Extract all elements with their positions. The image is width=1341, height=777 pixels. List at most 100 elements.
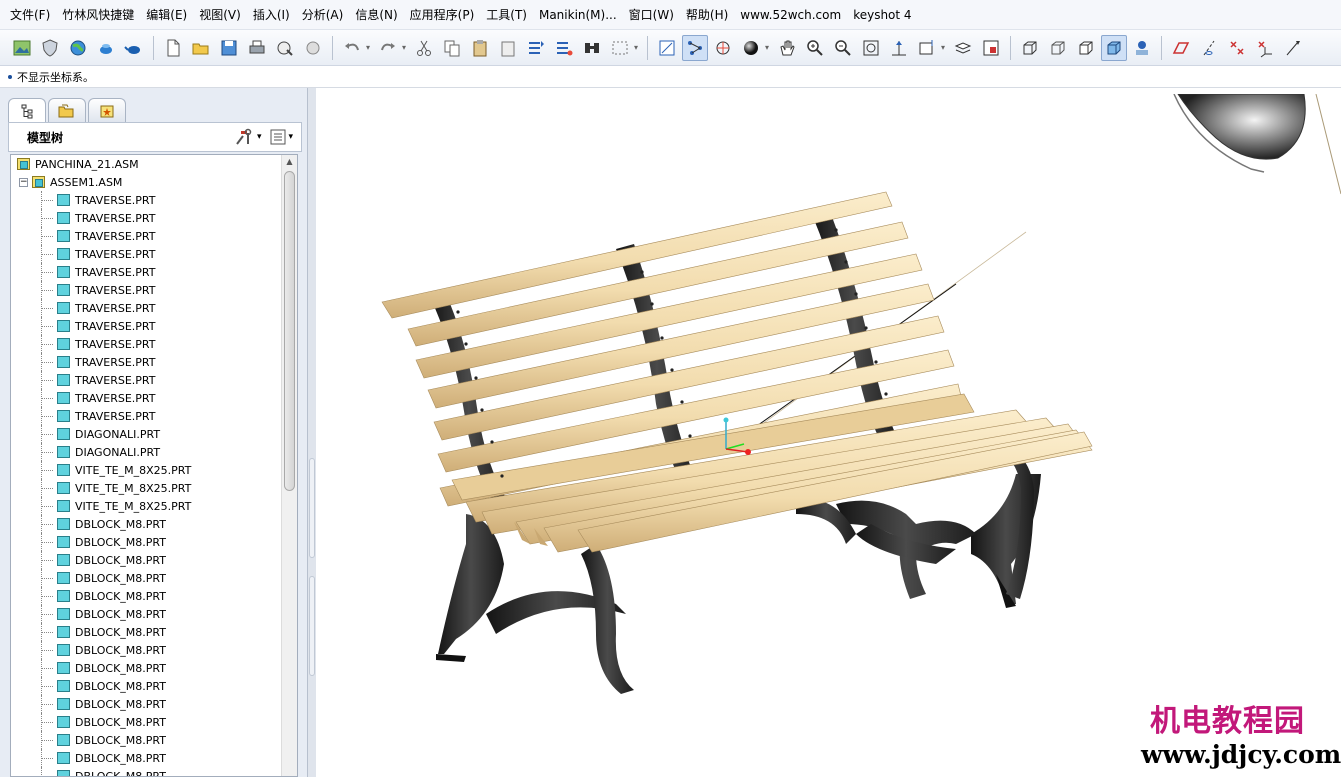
- menu-item-0[interactable]: 文件(F): [4, 4, 56, 26]
- tree-item[interactable]: DIAGONALI.PRT: [11, 425, 281, 443]
- saved-views-icon[interactable]: [914, 35, 940, 61]
- layers-icon[interactable]: [950, 35, 976, 61]
- tree-subassembly[interactable]: − ASSEM1.ASM: [11, 173, 281, 191]
- coordinate-system-icon[interactable]: [1252, 35, 1278, 61]
- tree-item[interactable]: DBLOCK_M8.PRT: [11, 677, 281, 695]
- tab-folder-browser[interactable]: [48, 98, 86, 122]
- new-file-icon[interactable]: [160, 35, 186, 61]
- tree-scrollbar[interactable]: ▲: [281, 155, 297, 776]
- shading-dropdown-icon[interactable]: ▾: [765, 43, 773, 52]
- menu-item-8[interactable]: 工具(T): [480, 4, 533, 26]
- tree-item[interactable]: DBLOCK_M8.PRT: [11, 605, 281, 623]
- tree-item[interactable]: DBLOCK_M8.PRT: [11, 587, 281, 605]
- datum-planes-icon[interactable]: [1168, 35, 1194, 61]
- splitter-grip[interactable]: [309, 576, 315, 676]
- undo-dropdown-icon[interactable]: ▾: [366, 43, 374, 52]
- tree-item[interactable]: DIAGONALI.PRT: [11, 443, 281, 461]
- tree-item[interactable]: TRAVERSE.PRT: [11, 191, 281, 209]
- tree-item[interactable]: VITE_TE_M_8X25.PRT: [11, 497, 281, 515]
- menu-item-7[interactable]: 应用程序(P): [404, 4, 481, 26]
- tree-item[interactable]: VITE_TE_M_8X25.PRT: [11, 461, 281, 479]
- tree-item[interactable]: DBLOCK_M8.PRT: [11, 569, 281, 587]
- zoom-in-icon[interactable]: [802, 35, 828, 61]
- redo-icon[interactable]: [375, 35, 401, 61]
- tree-item[interactable]: DBLOCK_M8.PRT: [11, 695, 281, 713]
- regenerate-manager-icon[interactable]: [551, 35, 577, 61]
- tree-item[interactable]: DBLOCK_M8.PRT: [11, 749, 281, 767]
- select-box-icon[interactable]: [607, 35, 633, 61]
- tree-item[interactable]: TRAVERSE.PRT: [11, 335, 281, 353]
- views-dropdown-icon[interactable]: ▾: [941, 43, 949, 52]
- appearance-icon[interactable]: [1129, 35, 1155, 61]
- menu-item-13[interactable]: keyshot 4: [847, 4, 917, 26]
- view-manager-icon[interactable]: [978, 35, 1004, 61]
- paste-icon[interactable]: [467, 35, 493, 61]
- tree-item[interactable]: TRAVERSE.PRT: [11, 281, 281, 299]
- tree-item[interactable]: TRAVERSE.PRT: [11, 263, 281, 281]
- picture-icon[interactable]: [9, 35, 35, 61]
- tree-item[interactable]: TRAVERSE.PRT: [11, 227, 281, 245]
- menu-item-4[interactable]: 插入(I): [247, 4, 296, 26]
- copy-icon[interactable]: [439, 35, 465, 61]
- regenerate-icon[interactable]: [523, 35, 549, 61]
- tree-item[interactable]: TRAVERSE.PRT: [11, 371, 281, 389]
- tree-show-button[interactable]: ▾: [269, 128, 293, 146]
- tree-settings-button[interactable]: ▾: [234, 128, 261, 146]
- menu-item-6[interactable]: 信息(N): [349, 4, 403, 26]
- menu-item-1[interactable]: 竹林风快捷键: [56, 4, 140, 26]
- splitter-grip[interactable]: [309, 458, 315, 558]
- scrollbar-thumb[interactable]: [284, 171, 295, 491]
- bench-3d-model[interactable]: [316, 94, 1341, 777]
- tree-item[interactable]: DBLOCK_M8.PRT: [11, 623, 281, 641]
- open-folder-icon[interactable]: [188, 35, 214, 61]
- paste-special-icon[interactable]: [495, 35, 521, 61]
- menu-item-12[interactable]: www.52wch.com: [734, 4, 847, 26]
- menu-item-10[interactable]: 窗口(W): [623, 4, 680, 26]
- teapot-blue-icon[interactable]: [121, 35, 147, 61]
- tree-item[interactable]: DBLOCK_M8.PRT: [11, 551, 281, 569]
- tree-item[interactable]: DBLOCK_M8.PRT: [11, 713, 281, 731]
- mail-icon[interactable]: [272, 35, 298, 61]
- tab-model-tree[interactable]: [8, 98, 46, 123]
- tree-item[interactable]: TRAVERSE.PRT: [11, 209, 281, 227]
- shading-sphere-icon[interactable]: [738, 35, 764, 61]
- shield-icon[interactable]: [37, 35, 63, 61]
- reorient-icon[interactable]: [886, 35, 912, 61]
- menu-item-11[interactable]: 帮助(H): [680, 4, 734, 26]
- menu-item-2[interactable]: 编辑(E): [140, 4, 193, 26]
- graphics-window[interactable]: [316, 94, 1341, 777]
- send-icon[interactable]: [300, 35, 326, 61]
- tree-root[interactable]: PANCHINA_21.ASM: [11, 155, 281, 173]
- pan-hand-icon[interactable]: [774, 35, 800, 61]
- tree-item[interactable]: TRAVERSE.PRT: [11, 407, 281, 425]
- hidden-line-icon[interactable]: [1045, 35, 1071, 61]
- datum-axes-icon[interactable]: [1196, 35, 1222, 61]
- save-icon[interactable]: [216, 35, 242, 61]
- wireframe-icon[interactable]: [1017, 35, 1043, 61]
- redo-dropdown-icon[interactable]: ▾: [402, 43, 410, 52]
- undo-icon[interactable]: [339, 35, 365, 61]
- print-icon[interactable]: [244, 35, 270, 61]
- no-hidden-icon[interactable]: [1073, 35, 1099, 61]
- find-icon[interactable]: [579, 35, 605, 61]
- tree-item[interactable]: DBLOCK_M8.PRT: [11, 659, 281, 677]
- tree-item[interactable]: DBLOCK_M8.PRT: [11, 533, 281, 551]
- tab-favorites[interactable]: [88, 98, 126, 122]
- datum-points-icon[interactable]: [1224, 35, 1250, 61]
- zoom-out-icon[interactable]: [830, 35, 856, 61]
- select-dropdown-icon[interactable]: ▾: [634, 43, 642, 52]
- spin-center-icon[interactable]: [710, 35, 736, 61]
- teapot-icon[interactable]: [93, 35, 119, 61]
- tree-item[interactable]: DBLOCK_M8.PRT: [11, 731, 281, 749]
- tree-item[interactable]: VITE_TE_M_8X25.PRT: [11, 479, 281, 497]
- tree-item[interactable]: TRAVERSE.PRT: [11, 353, 281, 371]
- tree-item[interactable]: TRAVERSE.PRT: [11, 245, 281, 263]
- tree-item[interactable]: DBLOCK_M8.PRT: [11, 767, 281, 776]
- tree-item[interactable]: DBLOCK_M8.PRT: [11, 641, 281, 659]
- tree-item[interactable]: DBLOCK_M8.PRT: [11, 515, 281, 533]
- scroll-up-icon[interactable]: ▲: [282, 155, 297, 169]
- cut-icon[interactable]: [411, 35, 437, 61]
- tree-item[interactable]: TRAVERSE.PRT: [11, 299, 281, 317]
- menu-item-3[interactable]: 视图(V): [193, 4, 247, 26]
- menu-item-9[interactable]: Manikin(M)...: [533, 4, 623, 26]
